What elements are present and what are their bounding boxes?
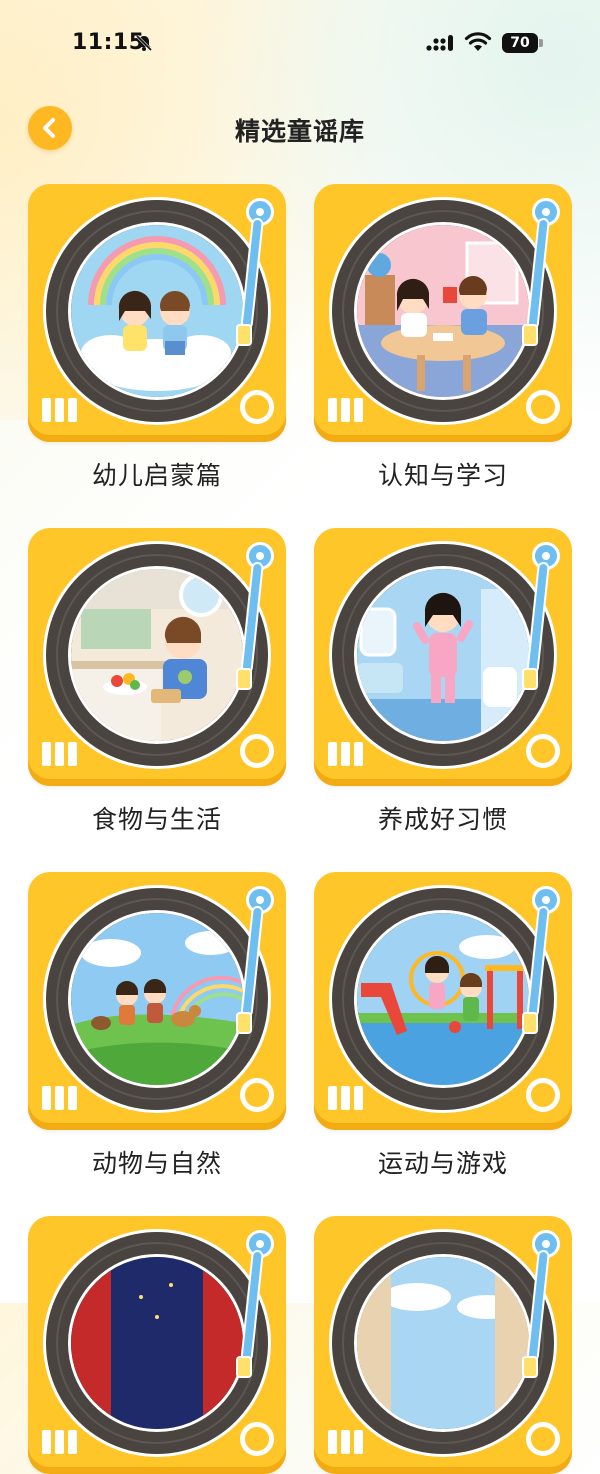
status-bar: 11:15 70	[0, 0, 600, 90]
speaker-bars-icon	[328, 1086, 367, 1114]
vinyl-record	[332, 1232, 554, 1454]
vinyl-record	[332, 888, 554, 1110]
category-card-animals-nature[interactable]	[28, 872, 286, 1130]
category-card-partial[interactable]	[28, 1216, 286, 1474]
battery-cap	[539, 39, 543, 47]
category-card-good-habits[interactable]	[314, 528, 572, 786]
speaker-bars-icon	[42, 742, 81, 770]
page-title: 精选童谣库	[234, 117, 365, 146]
cover-illustration	[354, 910, 532, 1088]
speaker-bars-icon	[42, 1086, 81, 1114]
cellular-signal-icon	[426, 35, 453, 51]
cover-illustration	[68, 910, 246, 1088]
knob-icon	[240, 390, 274, 424]
bell-muted-icon	[135, 34, 153, 52]
cover-illustration	[68, 222, 246, 400]
category-card-sports-games[interactable]	[314, 872, 572, 1130]
wifi-icon	[464, 32, 492, 51]
knob-icon	[240, 1078, 274, 1112]
tonearm-head	[236, 1356, 252, 1378]
battery-level: 70	[502, 33, 538, 53]
tonearm-head	[236, 668, 252, 690]
speaker-bars-icon	[328, 742, 367, 770]
vinyl-record	[332, 544, 554, 766]
cover-illustration	[354, 222, 532, 400]
knob-icon	[240, 734, 274, 768]
speaker-bars-icon	[328, 1430, 367, 1458]
category-card-partial[interactable]	[314, 1216, 572, 1474]
tonearm-head	[236, 324, 252, 346]
cover-illustration	[354, 566, 532, 744]
vinyl-record	[332, 200, 554, 422]
category-label[interactable]: 认知与学习	[314, 456, 572, 492]
knob-icon	[526, 1078, 560, 1112]
category-label[interactable]: 食物与生活	[28, 800, 286, 836]
tonearm-head	[236, 1012, 252, 1034]
cover-illustration	[354, 1254, 532, 1432]
vinyl-record	[46, 200, 268, 422]
category-label[interactable]: 养成好习惯	[314, 800, 572, 836]
knob-icon	[526, 390, 560, 424]
vinyl-record	[46, 888, 268, 1110]
category-card-cognition-learning[interactable]	[314, 184, 572, 442]
tonearm-head	[522, 668, 538, 690]
cover-illustration	[68, 1254, 246, 1432]
cover-illustration	[68, 566, 246, 744]
speaker-bars-icon	[42, 398, 81, 426]
tonearm-head	[522, 1356, 538, 1378]
category-label[interactable]: 动物与自然	[28, 1144, 286, 1180]
category-card-early-learning[interactable]	[28, 184, 286, 442]
knob-icon	[526, 1422, 560, 1456]
tonearm-head	[522, 324, 538, 346]
tonearm-head	[522, 1012, 538, 1034]
category-label[interactable]: 运动与游戏	[314, 1144, 572, 1180]
vinyl-record	[46, 544, 268, 766]
knob-icon	[526, 734, 560, 768]
category-card-food-life[interactable]	[28, 528, 286, 786]
knob-icon	[240, 1422, 274, 1456]
battery-indicator: 70	[502, 33, 544, 53]
speaker-bars-icon	[328, 398, 367, 426]
vinyl-record	[46, 1232, 268, 1454]
category-label[interactable]: 幼儿启蒙篇	[28, 456, 286, 492]
speaker-bars-icon	[42, 1430, 81, 1458]
